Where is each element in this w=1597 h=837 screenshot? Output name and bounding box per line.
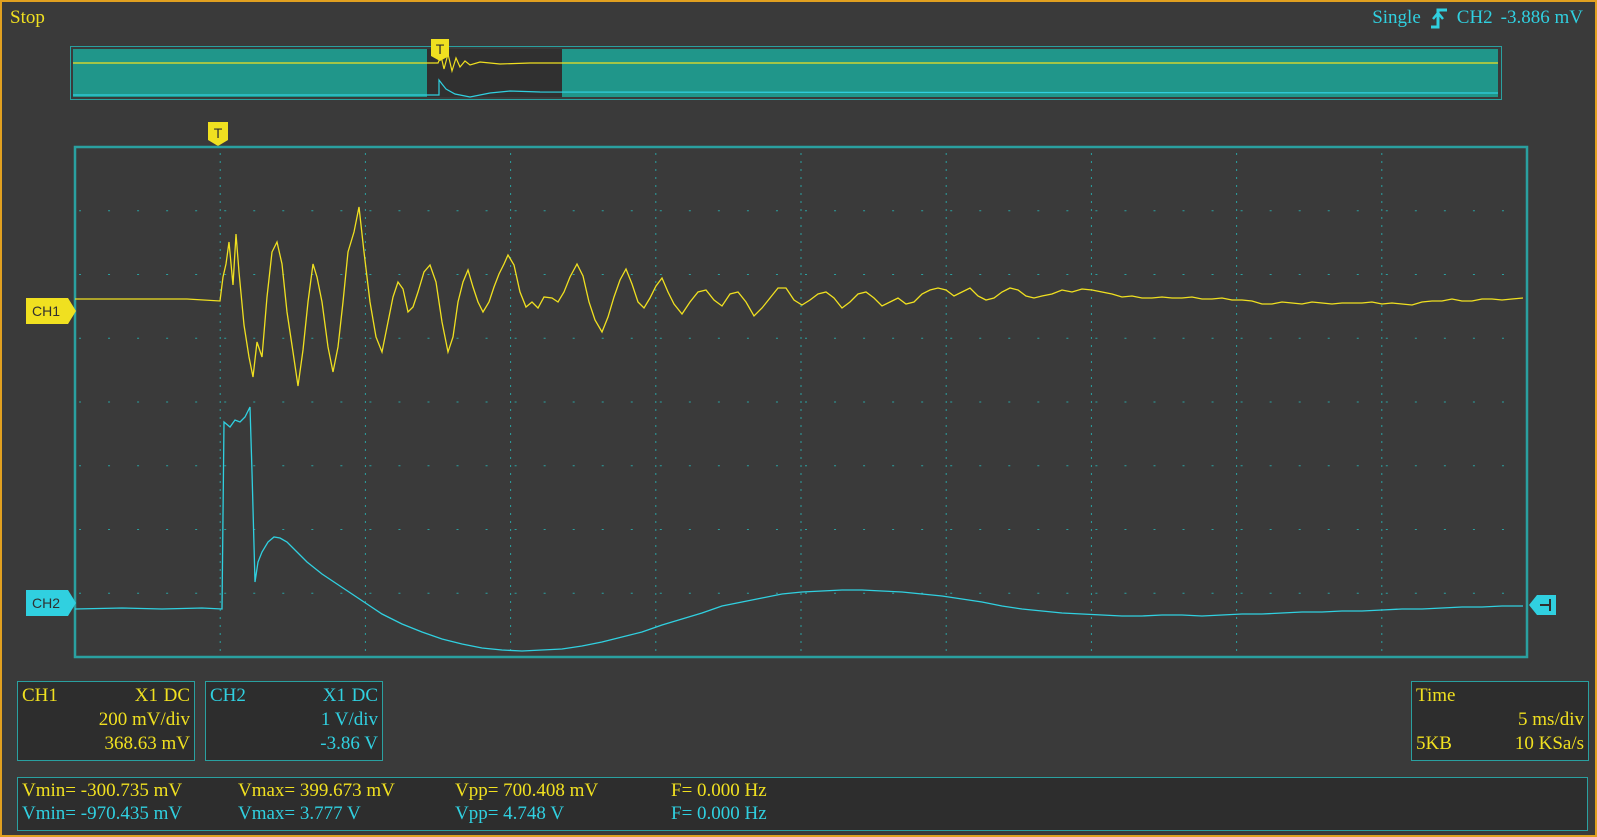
sample-rate: 10 KSa/s: [1514, 733, 1584, 754]
ch1-offset: 368.63 mV: [104, 733, 191, 754]
ch1-offset-marker[interactable]: CH1: [26, 298, 78, 324]
memory-depth: 5KB: [1416, 733, 1452, 754]
ch1-settings-panel[interactable]: CH1 X1 DC 200 mV/div 368.63 mV: [17, 681, 195, 761]
measurement-panel[interactable]: Vmin= -300.735 mV Vmax= 399.673 mV Vpp= …: [17, 777, 1588, 831]
ch1-label: CH1: [22, 685, 58, 706]
ch1-vmin: Vmin= -300.735 mV: [22, 780, 183, 801]
ch2-coupling: DC: [351, 685, 378, 706]
svg-text:CH2: CH2: [32, 595, 60, 611]
timebase-label: Time: [1416, 685, 1456, 706]
ch2-waveform: [74, 406, 1523, 652]
timebase-scale: 5 ms/div: [1518, 709, 1584, 730]
ch1-waveform: [75, 206, 1524, 387]
ch1-scale: 200 mV/div: [98, 709, 190, 730]
ch2-settings-panel[interactable]: CH2 X1 DC 1 V/div -3.86 V: [205, 681, 383, 761]
ch1-freq: F= 0.000 Hz: [671, 780, 767, 801]
oscilloscope-screen: Stop Single CH2 -3.886 mV T T CH1 CH2 CH…: [0, 0, 1597, 837]
ch2-vpp: Vpp= 4.748 V: [455, 803, 565, 824]
ch2-scale: 1 V/div: [320, 709, 378, 730]
ch1-probe: X1: [134, 685, 158, 706]
trigger-level-marker[interactable]: [1529, 594, 1557, 616]
ch2-probe: X1: [322, 685, 346, 706]
ch1-vmax: Vmax= 399.673 mV: [238, 780, 395, 801]
ch2-freq: F= 0.000 Hz: [671, 803, 767, 824]
svg-text:CH1: CH1: [32, 303, 60, 319]
ch1-coupling: DC: [163, 685, 190, 706]
ch2-offset-marker[interactable]: CH2: [26, 590, 78, 616]
ch2-vmax: Vmax= 3.777 V: [238, 803, 361, 824]
timebase-panel[interactable]: Time 5 ms/div 5KB 10 KSa/s: [1411, 681, 1589, 761]
ch1-vpp: Vpp= 700.408 mV: [455, 780, 599, 801]
ch2-label: CH2: [210, 685, 246, 706]
ch2-offset: -3.86 V: [320, 733, 378, 754]
ch2-vmin: Vmin= -970.435 mV: [22, 803, 183, 824]
